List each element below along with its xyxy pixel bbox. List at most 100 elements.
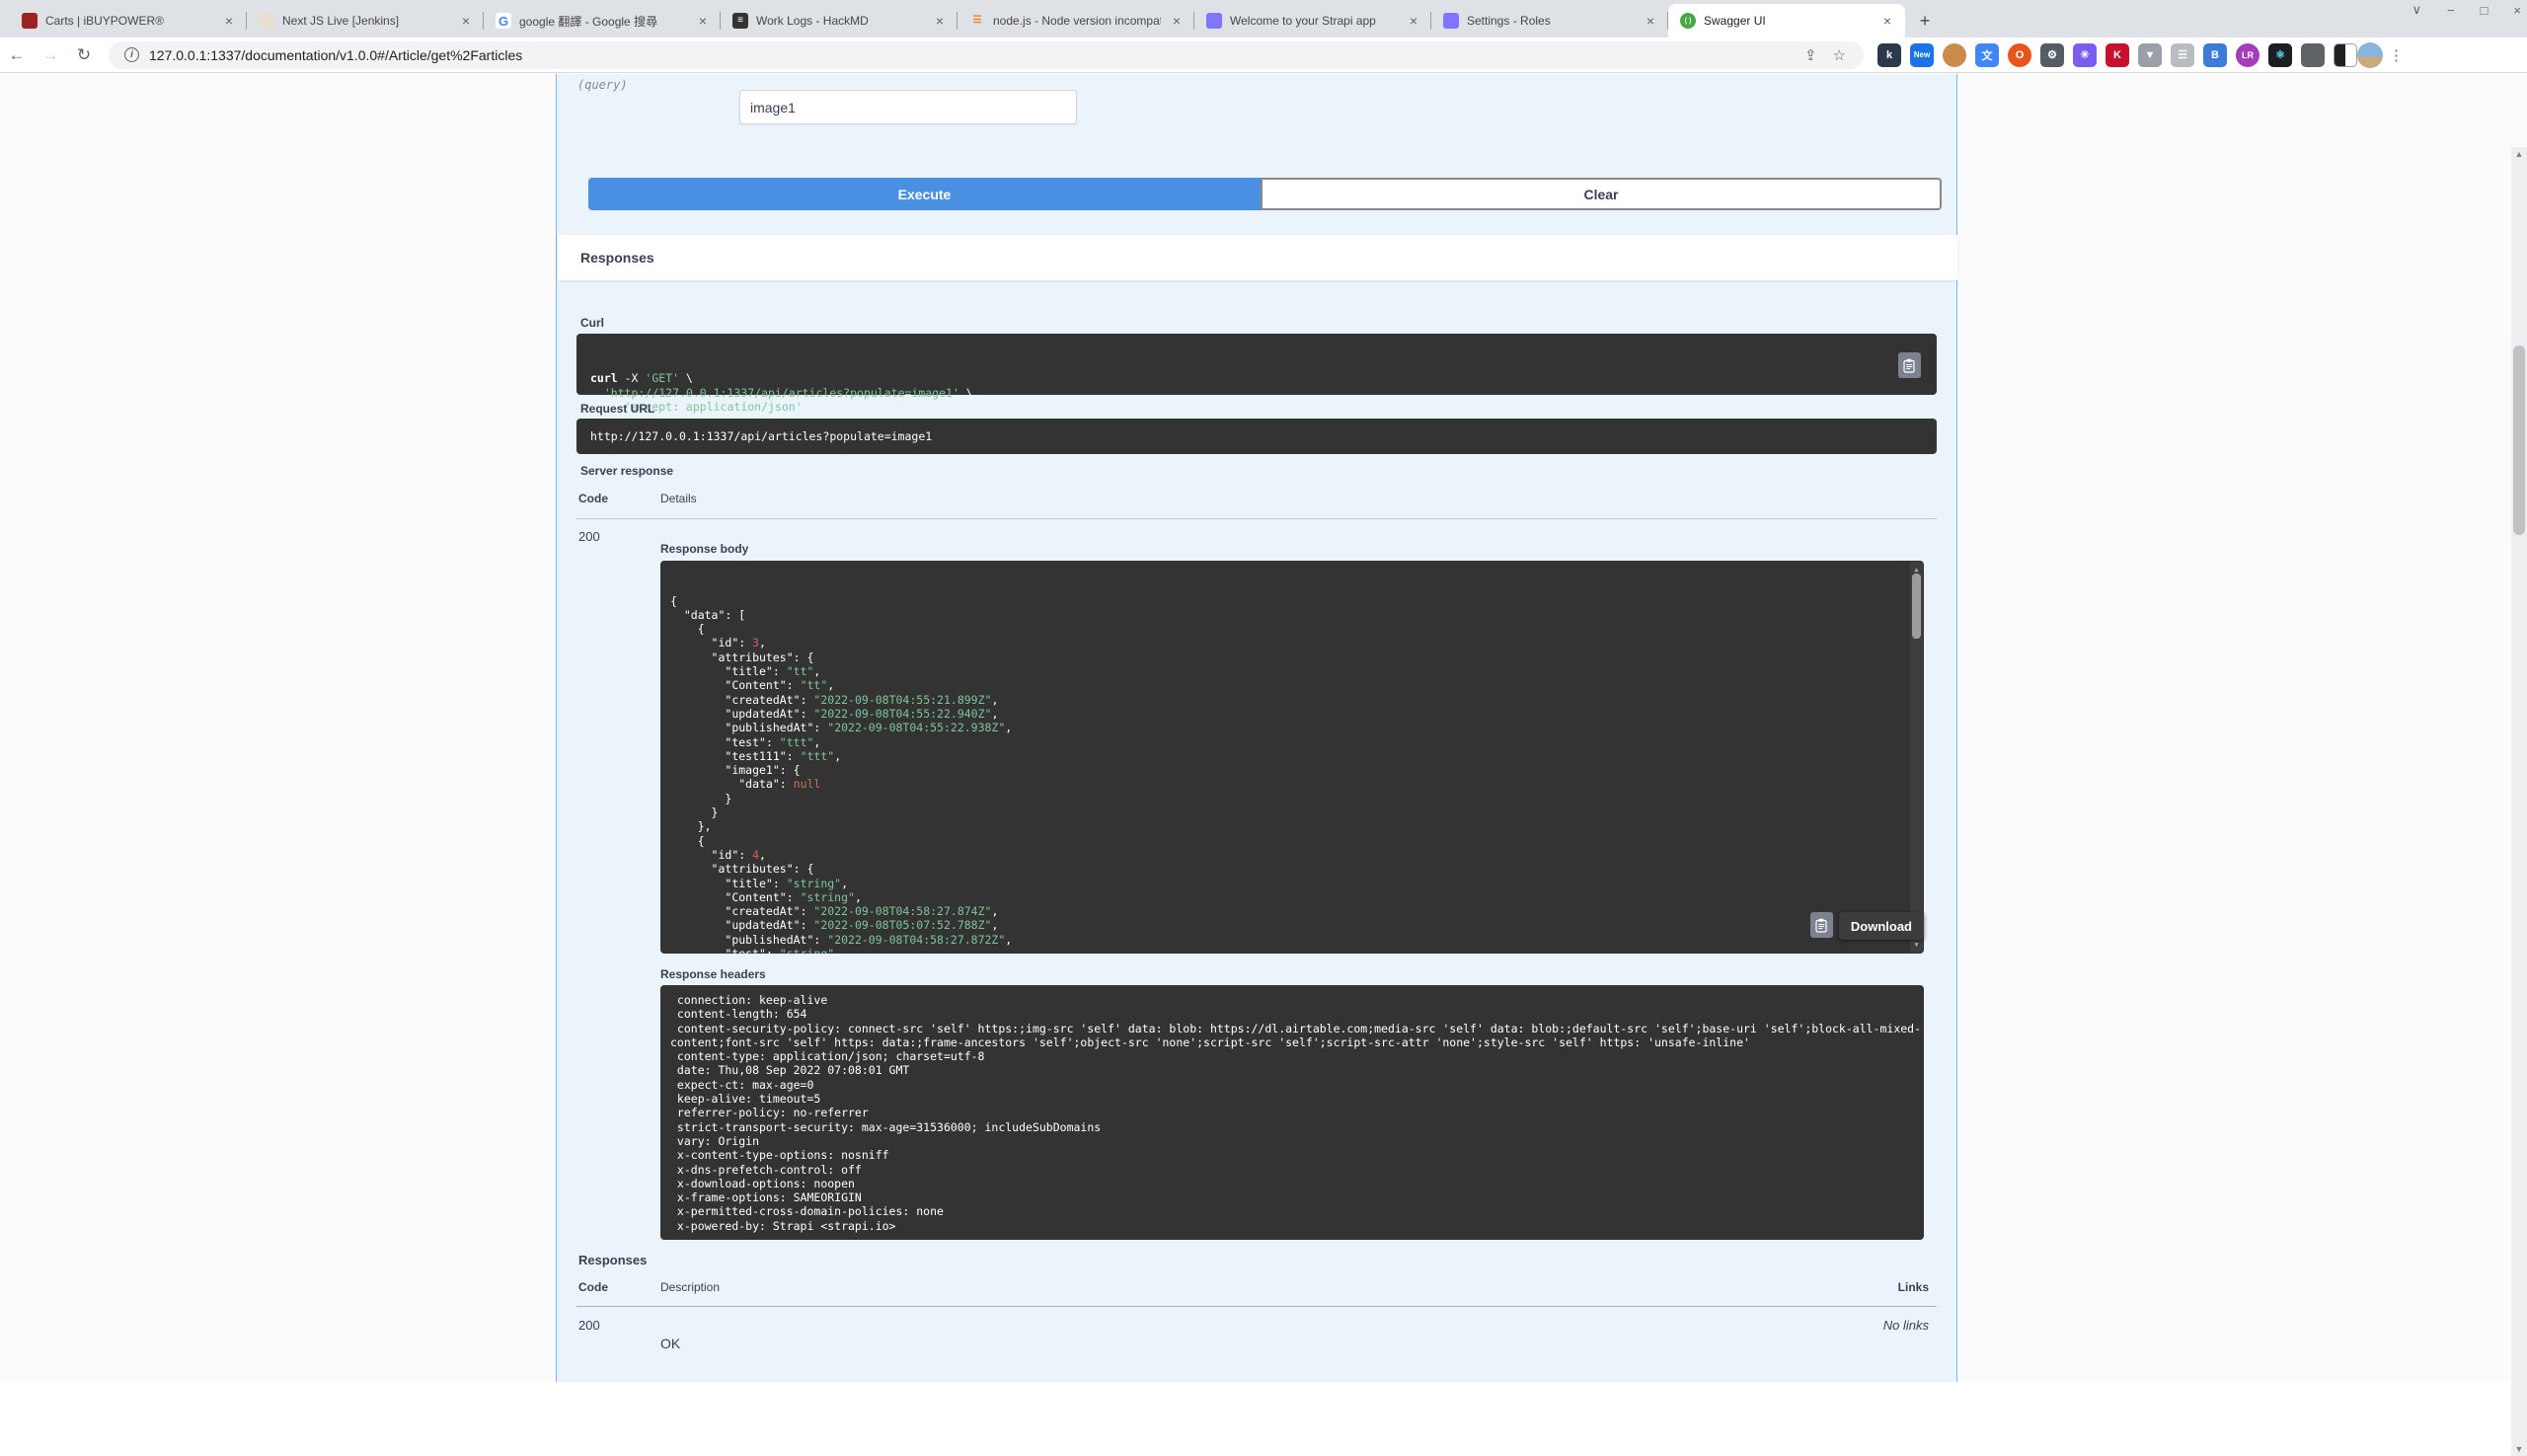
server-response-code-header: Code <box>578 492 608 505</box>
list-icon[interactable]: ☰ <box>2171 43 2194 67</box>
download-button[interactable]: Download <box>1839 912 1924 940</box>
divider <box>576 1306 1937 1307</box>
browser-tab-3[interactable]: Ggoogle 翻譯 - Google 搜尋 × <box>484 4 721 38</box>
response-body-scrollbar[interactable]: ▲ ▼ <box>1910 562 1923 953</box>
new-tab-button[interactable]: + <box>1911 7 1939 35</box>
execute-button[interactable]: Execute <box>588 178 1261 210</box>
server-response-code-value: 200 <box>578 529 600 544</box>
tab-close-icon[interactable]: × <box>1406 13 1421 29</box>
google-favicon-icon: G <box>496 13 511 29</box>
browser-tab-5[interactable]: ☰ node.js - Node version incompati × <box>957 4 1194 38</box>
tab-close-icon[interactable]: × <box>221 13 237 29</box>
copy-curl-icon[interactable] <box>1898 352 1921 378</box>
kite-icon[interactable]: k <box>1877 43 1901 67</box>
back-icon[interactable]: ← <box>0 45 34 65</box>
clipboard-icon <box>1815 918 1828 933</box>
server-response-details-header: Details <box>660 492 697 505</box>
window-controls: ∨ − □ × <box>2412 2 2521 18</box>
forward-icon[interactable]: → <box>34 45 67 65</box>
responses-doc-title: Responses <box>578 1253 647 1267</box>
minimize-icon[interactable]: − <box>2447 3 2455 18</box>
doc-code-value: 200 <box>578 1318 600 1333</box>
close-icon[interactable]: × <box>2513 3 2521 18</box>
tabs-container: Carts | iBUYPOWER®×Next JS Live [Jenkins… <box>10 4 1905 38</box>
tab-close-icon[interactable]: × <box>1169 13 1185 29</box>
browser-tab-8[interactable]: ( ) Swagger UI × <box>1668 4 1905 38</box>
site-info-icon[interactable]: i <box>124 47 139 62</box>
bookmark-star-icon[interactable]: ☆ <box>1833 46 1846 64</box>
profile-avatar[interactable] <box>2357 42 2383 68</box>
responses-section-header: Responses <box>558 235 1957 280</box>
strapi-favicon-icon <box>1206 13 1222 29</box>
page-scrollbar-thumb[interactable] <box>2513 345 2525 535</box>
get-articles-opblock: (query) Execute Clear Responses Curl cur… <box>556 74 1957 1382</box>
doc-code-header: Code <box>578 1280 608 1294</box>
responses-header-label: Responses <box>580 250 654 266</box>
scrollbar-thumb[interactable] <box>1912 574 1921 639</box>
request-url-box: http://127.0.0.1:1337/api/articles?popul… <box>576 419 1937 454</box>
extensions-bar: k New 文O ⚙ ✳ K ▼ ☰ B LR ⚛ <box>1877 43 2357 67</box>
tab-close-icon[interactable]: × <box>458 13 474 29</box>
response-body-box: { "data": [ { "id": 3, "attributes": { "… <box>660 561 1924 954</box>
curl-command-box: curl -X 'GET' \ 'http://127.0.0.1:1337/a… <box>576 334 1937 395</box>
tab-close-icon[interactable]: × <box>695 13 711 29</box>
scroll-down-icon[interactable]: ▼ <box>2511 1444 2527 1454</box>
stackoverflow-favicon-icon: ☰ <box>969 13 985 29</box>
page-scrollbar[interactable]: ▲ ▼ <box>2511 147 2527 1456</box>
reload-icon[interactable]: ↻ <box>67 45 101 65</box>
address-bar[interactable]: i 127.0.0.1:1337/documentation/v1.0.0#/A… <box>109 41 1864 69</box>
request-url-label: Request URL <box>580 402 654 416</box>
populate-parameter-input[interactable] <box>739 90 1077 124</box>
copy-response-icon[interactable] <box>1810 912 1833 938</box>
orange-o-icon[interactable]: O <box>2008 43 2031 67</box>
browser-tab-6[interactable]: Welcome to your Strapi app× <box>1194 4 1431 38</box>
doc-description-value: OK <box>660 1336 680 1351</box>
tab-title: Work Logs - HackMD <box>756 14 924 28</box>
browser-tab-1[interactable]: Carts | iBUYPOWER® × <box>10 4 247 38</box>
doc-description-header: Description <box>660 1280 720 1294</box>
browser-tab-strip: Carts | iBUYPOWER®×Next JS Live [Jenkins… <box>0 0 2527 38</box>
clipboard-icon <box>1903 358 1916 373</box>
hackmd-favicon-icon: ≡ <box>732 13 748 29</box>
browser-tab-2[interactable]: Next JS Live [Jenkins] × <box>247 4 484 38</box>
response-body-actions: Download <box>660 912 1924 940</box>
tab-title: node.js - Node version incompati <box>993 14 1161 28</box>
tab-title: Swagger UI <box>1704 14 1872 28</box>
lighthouse-lr-icon[interactable]: LR <box>2236 43 2259 67</box>
cookie-icon[interactable] <box>1943 43 1966 67</box>
tab-title: Carts | iBUYPOWER® <box>45 14 213 28</box>
swagger-favicon-icon: ( ) <box>1680 13 1696 29</box>
red-k-icon[interactable]: K <box>2106 43 2129 67</box>
puzzle-extensions-icon[interactable] <box>2301 43 2325 67</box>
browser-menu-icon[interactable]: ⋮ <box>2389 46 2404 64</box>
divider <box>576 518 1937 519</box>
tab-close-icon[interactable]: × <box>1879 13 1895 29</box>
browser-tab-4[interactable]: ≡ Work Logs - HackMD × <box>721 4 957 38</box>
maximize-icon[interactable]: □ <box>2481 3 2489 18</box>
new-window-icon[interactable]: New <box>1910 43 1934 67</box>
tab-title: google 翻譯 - Google 搜尋 <box>519 13 687 30</box>
doc-links-value: No links <box>1883 1318 1929 1333</box>
contrast-icon[interactable] <box>2334 43 2357 67</box>
react-atom-icon[interactable]: ⚛ <box>2268 43 2292 67</box>
tab-close-icon[interactable]: × <box>932 13 948 29</box>
share-icon[interactable]: ⇪ <box>1804 46 1817 64</box>
tab-close-icon[interactable]: × <box>1643 13 1658 29</box>
response-headers-label: Response headers <box>660 967 766 981</box>
vimeo-v-icon[interactable]: ▼ <box>2138 43 2162 67</box>
ibuypower-favicon-icon <box>22 13 38 29</box>
tab-title: Next JS Live [Jenkins] <box>282 14 450 28</box>
clear-button[interactable]: Clear <box>1261 178 1942 210</box>
doc-links-header: Links <box>1898 1280 1929 1294</box>
translate-icon[interactable]: 文 <box>1975 43 1999 67</box>
browser-toolbar: ← → ↻ i 127.0.0.1:1337/documentation/v1.… <box>0 38 2527 73</box>
tab-search-icon[interactable]: ∨ <box>2412 2 2421 18</box>
tag-b-icon[interactable]: B <box>2203 43 2227 67</box>
url-text[interactable]: 127.0.0.1:1337/documentation/v1.0.0#/Art… <box>149 47 522 63</box>
response-headers-box: connection: keep-alive content-length: 6… <box>660 985 1924 1240</box>
snowflake-4-icon[interactable]: ✳ <box>2073 43 2097 67</box>
browser-tab-7[interactable]: Settings - Roles× <box>1431 4 1668 38</box>
gear-icon[interactable]: ⚙ <box>2040 43 2064 67</box>
response-body-tab[interactable]: Response body <box>660 542 748 556</box>
scroll-up-icon[interactable]: ▲ <box>2511 149 2527 159</box>
